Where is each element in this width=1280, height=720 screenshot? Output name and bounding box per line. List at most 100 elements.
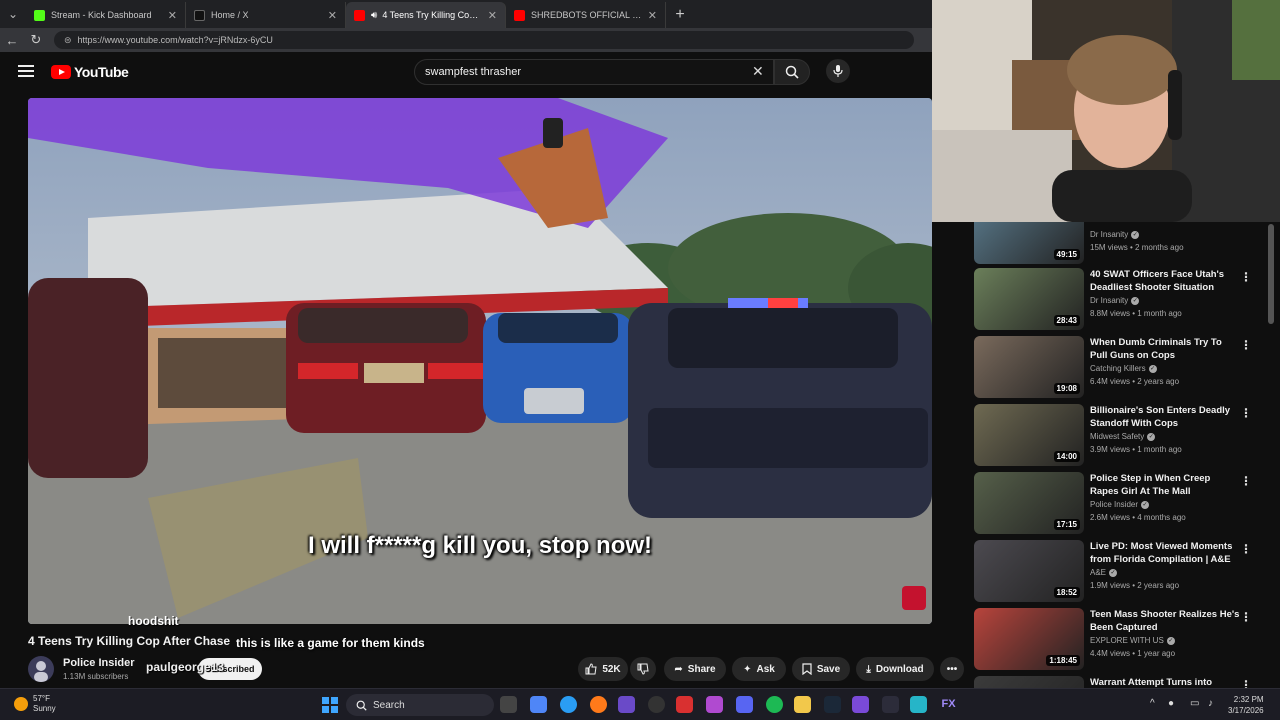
app-icon[interactable] (882, 696, 899, 713)
more-vert-icon[interactable]: ⋮ (1240, 678, 1252, 688)
back-arrow-icon[interactable]: ← (0, 33, 24, 48)
more-vert-icon[interactable]: ⋮ (1240, 270, 1252, 284)
more-vert-icon[interactable]: ⋮ (1240, 610, 1252, 624)
copilot-icon[interactable] (530, 696, 547, 713)
steam-icon[interactable] (824, 696, 841, 713)
recommended-video[interactable]: 1:18:45 Teen Mass Shooter Realizes He's B… (974, 608, 1264, 670)
search-input[interactable]: swampfest thrasher (414, 59, 774, 85)
taskbar-search[interactable]: Search (346, 694, 494, 716)
task-view-icon[interactable] (500, 696, 517, 713)
ask-button[interactable]: ✦ Ask (732, 657, 786, 681)
edge-browser-icon[interactable] (560, 696, 577, 713)
close-icon[interactable]: ✕ (328, 9, 337, 22)
recommended-video[interactable]: 17:15 Police Step in When Creep Rapes Gir… (974, 472, 1264, 534)
browser-tab-youtube-active[interactable]: 🔊︎ 4 Teens Try Killing Cop After C ✕ (346, 2, 506, 28)
file-explorer-icon[interactable] (794, 696, 811, 713)
recommended-video-channel[interactable]: Dr Insanity ✓ (1090, 296, 1140, 305)
reload-icon[interactable]: ↻ (24, 32, 48, 48)
channel-subscriber-count: 1.13M subscribers (63, 672, 129, 681)
discord-icon[interactable] (736, 696, 753, 713)
voice-search-button[interactable] (826, 59, 850, 83)
close-icon[interactable]: ✕ (648, 9, 657, 22)
recommended-video-title[interactable]: Billionaire's Son Enters Deadly Standoff… (1090, 404, 1240, 430)
recommended-video-title[interactable]: Live PD: Most Viewed Moments from Florid… (1090, 540, 1240, 566)
video-thumbnail[interactable] (974, 676, 1084, 688)
youtube-logo[interactable]: YouTube (51, 64, 129, 80)
recommended-video[interactable]: 49:15 Dr Insanity ✓ 15M views • 2 months ag… (974, 222, 1264, 264)
app-icon[interactable] (618, 696, 635, 713)
url-field[interactable]: ⊜ https://www.youtube.com/watch?v=jRNdzx… (54, 31, 914, 49)
music-icon[interactable] (706, 696, 723, 713)
app-icon[interactable] (676, 696, 693, 713)
more-vert-icon[interactable]: ⋮ (1240, 338, 1252, 352)
video-thumbnail[interactable]: 17:15 (974, 472, 1084, 534)
recommended-video-channel[interactable]: Police Insider ✓ (1090, 500, 1150, 509)
recommended-video-meta: 4.4M views • 1 year ago (1090, 649, 1176, 658)
recommended-video-channel[interactable]: Dr Insanity ✓ (1090, 230, 1140, 239)
dislike-button[interactable] (630, 657, 656, 681)
recommended-video[interactable]: 14:00 Billionaire's Son Enters Deadly Sta… (974, 404, 1264, 466)
recommended-video-title[interactable]: Teen Mass Shooter Realizes He's Been Cap… (1090, 608, 1240, 634)
volume-icon[interactable]: ♪ (1208, 698, 1213, 709)
windows-start-icon[interactable] (322, 697, 338, 713)
recommended-video-channel[interactable]: A&E ✓ (1090, 568, 1118, 577)
new-tab-button[interactable]: + (666, 2, 694, 28)
channel-name[interactable]: Police Insider (63, 657, 135, 669)
browser-tab-shredbots[interactable]: SHREDBOTS OFFICIAL - YouTube ✕ (506, 2, 666, 28)
recommended-video[interactable]: Warrant Attempt Turns into✓⋮ (974, 676, 1264, 688)
browser-tab-x[interactable]: Home / X ✕ (186, 2, 346, 28)
video-thumbnail[interactable]: 18:52 (974, 540, 1084, 602)
more-actions-button[interactable]: ••• (940, 657, 964, 681)
app-icon[interactable] (852, 696, 869, 713)
like-button[interactable]: 52K (578, 657, 628, 681)
recommended-video-channel[interactable]: EXPLORE WITH US ✓ (1090, 636, 1175, 645)
app-icon[interactable] (910, 696, 927, 713)
firefox-icon[interactable] (590, 696, 607, 713)
clear-search-icon[interactable]: ✕ (752, 63, 764, 80)
video-thumbnail[interactable]: 14:00 (974, 404, 1084, 466)
more-vert-icon[interactable]: ⋮ (1240, 542, 1252, 556)
tray-chevron-icon[interactable]: ^ (1150, 698, 1155, 709)
recommendations-scrollbar[interactable] (1268, 224, 1274, 324)
close-icon[interactable]: ✕ (168, 9, 177, 22)
tab-search-chevron-icon[interactable]: ⌄ (0, 0, 26, 28)
save-button[interactable]: Save (792, 657, 850, 681)
spotify-icon[interactable] (766, 696, 783, 713)
browser-tab-kick[interactable]: Stream - Kick Dashboard ✕ (26, 2, 186, 28)
more-vert-icon[interactable]: ⋮ (1240, 474, 1252, 488)
site-info-icon[interactable]: ⊜ (64, 35, 72, 46)
fx-app-icon[interactable]: FX (940, 696, 957, 713)
tray-app-icon[interactable]: ● (1168, 698, 1174, 709)
recommended-video[interactable]: 18:52 Live PD: Most Viewed Moments from F… (974, 540, 1264, 602)
recommended-video-channel[interactable]: Catching Killers ✓ (1090, 364, 1157, 373)
recommended-video[interactable]: 28:43 40 SWAT Officers Face Utah's Deadli… (974, 268, 1264, 330)
audio-speaker-icon[interactable]: 🔊︎ (371, 10, 377, 21)
recommended-video-title[interactable]: Police Step in When Creep Rapes Girl At … (1090, 472, 1240, 498)
video-thumbnail[interactable]: 19:08 (974, 336, 1084, 398)
video-thumbnail[interactable]: 1:18:45 (974, 608, 1084, 670)
recommended-video-title[interactable]: Warrant Attempt Turns into (1090, 676, 1240, 688)
weather-sun-icon (14, 697, 28, 711)
video-duration: 28:43 (1053, 315, 1080, 326)
search-button[interactable] (774, 59, 810, 85)
recommended-video-title[interactable]: 40 SWAT Officers Face Utah's Deadliest S… (1090, 268, 1240, 294)
download-button[interactable]: ⤓ Download (856, 657, 934, 681)
video-player[interactable]: I will f*****g kill you, stop now! (28, 98, 932, 624)
recommended-video[interactable]: 19:08 When Dumb Criminals Try To Pull Gun… (974, 336, 1264, 398)
taskbar-clock[interactable]: 2:32 PM 3/17/2026 (1228, 694, 1264, 716)
streamer-webcam (932, 0, 1280, 222)
weather-widget[interactable]: 57°F Sunny (14, 694, 56, 714)
share-button[interactable]: ➦ Share (664, 657, 726, 681)
close-icon[interactable]: ✕ (488, 9, 497, 22)
subscribe-watermark-icon[interactable] (902, 586, 926, 610)
video-thumbnail[interactable]: 28:43 (974, 268, 1084, 330)
network-icon[interactable]: ▭ (1190, 698, 1199, 709)
menu-hamburger-icon[interactable] (18, 65, 34, 77)
channel-avatar[interactable] (28, 656, 54, 682)
video-thumbnail[interactable]: 49:15 (974, 222, 1084, 264)
recommended-video-title[interactable]: When Dumb Criminals Try To Pull Guns on … (1090, 336, 1240, 362)
more-vert-icon[interactable]: ⋮ (1240, 406, 1252, 420)
clock-date: 3/17/2026 (1228, 706, 1264, 715)
obs-icon[interactable] (648, 696, 665, 713)
recommended-video-channel[interactable]: Midwest Safety ✓ (1090, 432, 1156, 441)
